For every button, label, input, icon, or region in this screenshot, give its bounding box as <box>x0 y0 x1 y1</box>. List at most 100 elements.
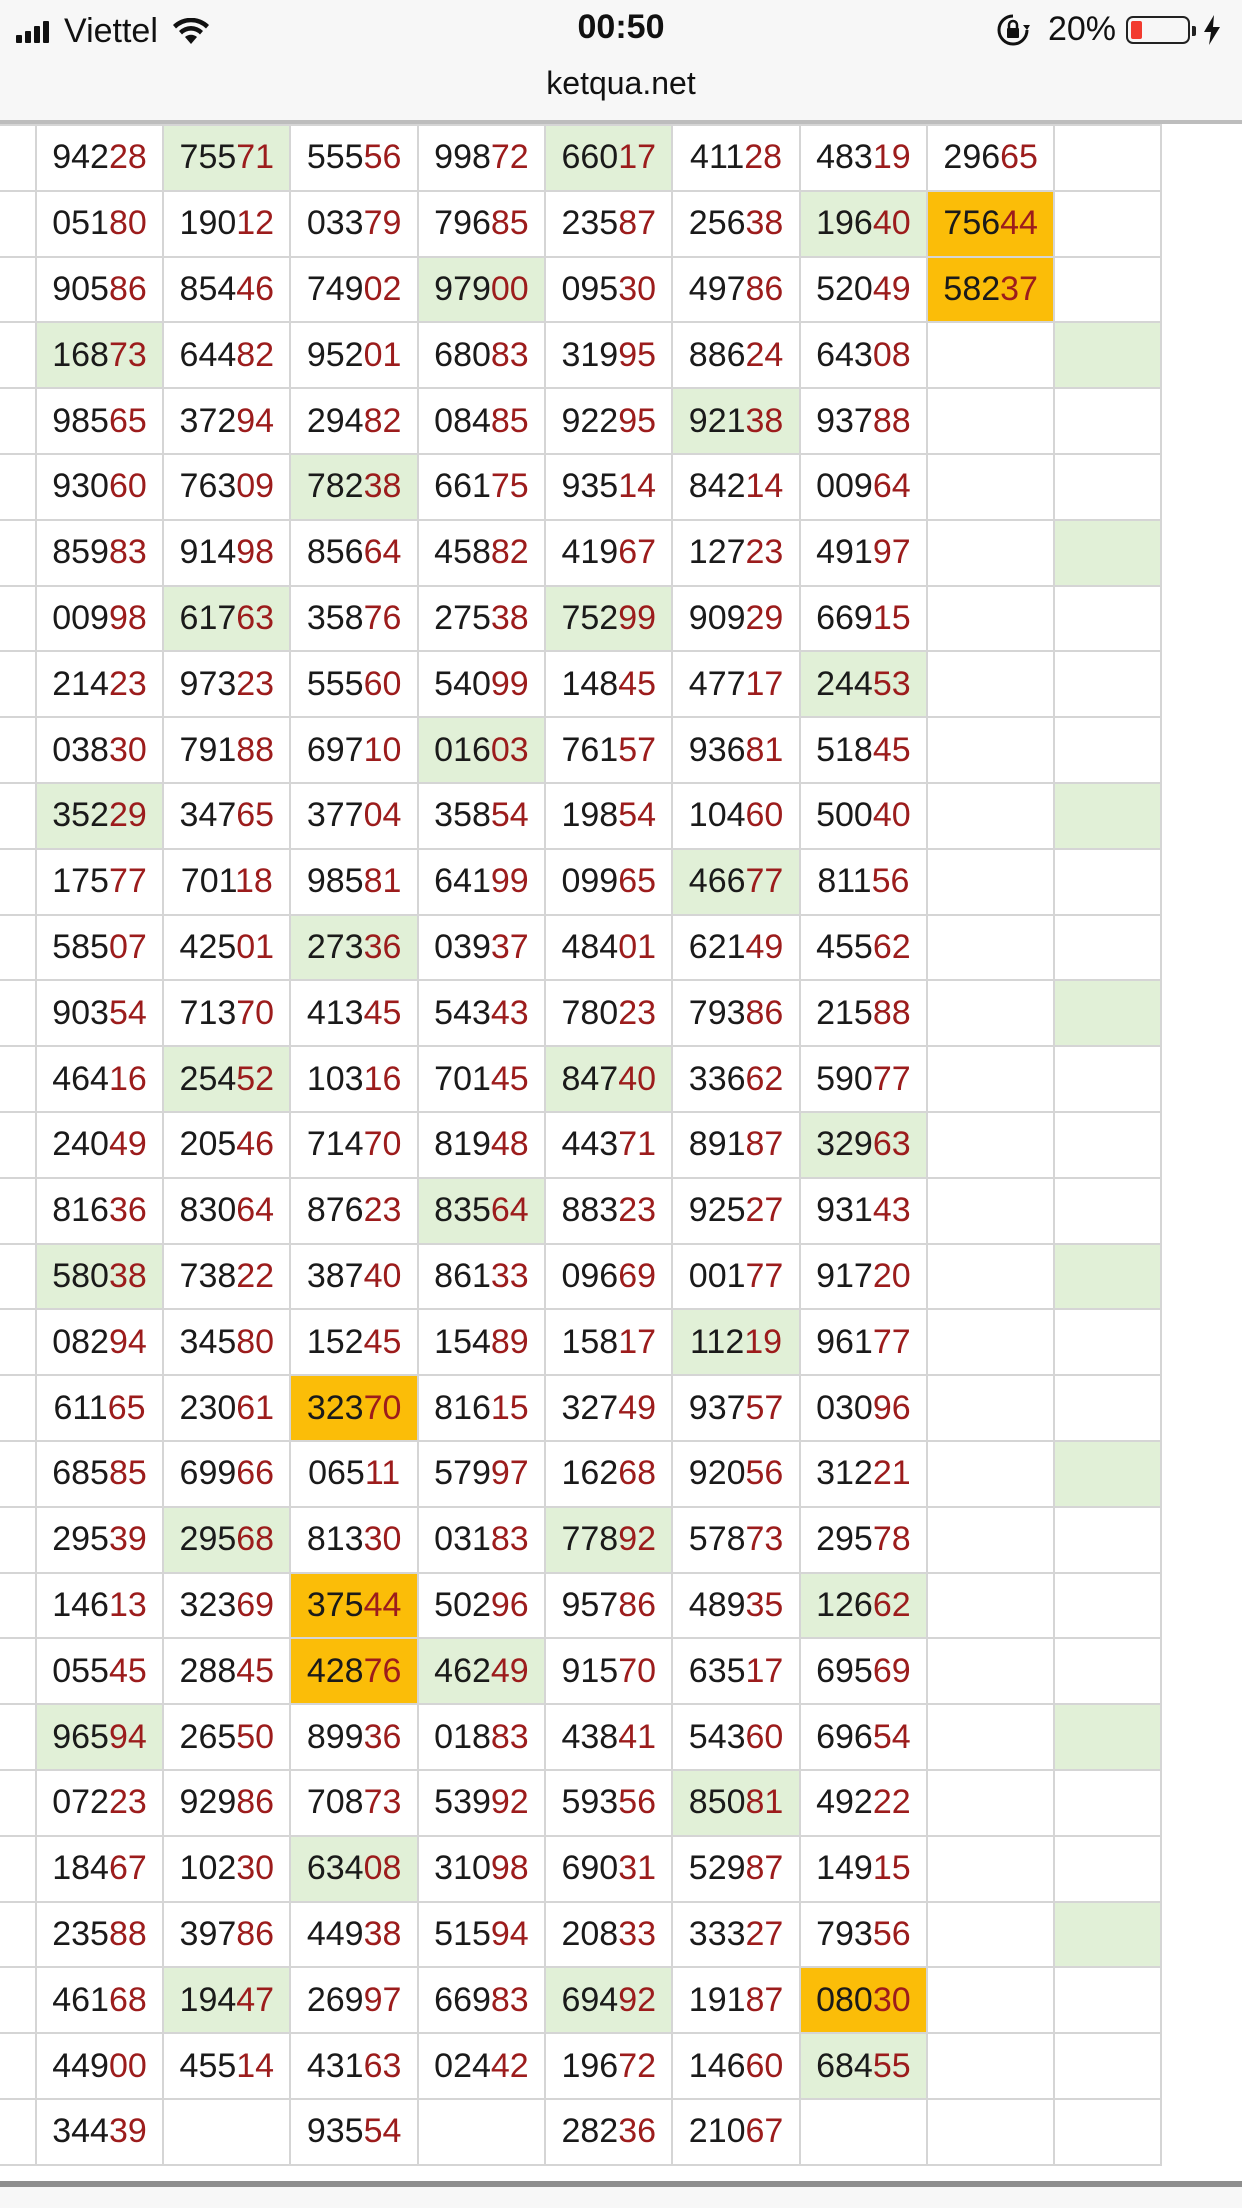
table-row: 2521423973235556054099148454771724453 <box>0 650 1162 719</box>
result-cell <box>926 650 1056 719</box>
result-cell: 10460 <box>671 781 801 850</box>
result-cell: 00177 <box>671 1242 801 1311</box>
result-cell: 19447 <box>162 1966 292 2035</box>
result-cell: 51594 <box>416 1900 547 1969</box>
result-cell <box>1053 1308 1162 1377</box>
result-cell: 19640 <box>798 189 929 258</box>
result-cell: 43 <box>0 321 37 390</box>
result-cell <box>1053 124 1162 192</box>
result-cell: 39 <box>0 1768 37 1837</box>
tail-digits: 73 <box>108 335 147 374</box>
result-cell: 58507 <box>34 913 165 982</box>
result-cell: 93143 <box>798 1176 929 1245</box>
result-cell <box>926 1768 1056 1837</box>
result-cell: 43163 <box>289 2032 419 2100</box>
tail-digits: 62 <box>872 927 911 966</box>
page-url[interactable]: ketqua.net <box>546 65 695 101</box>
result-cell <box>926 1176 1056 1245</box>
result-cell: 93681 <box>671 716 801 784</box>
result-cell: 31995 <box>544 321 674 390</box>
tail-digits: 53 <box>872 664 911 703</box>
result-cell: 37544 <box>289 1571 419 1640</box>
tail-digits: 65 <box>236 796 275 835</box>
result-cell: 28236 <box>544 2097 674 2166</box>
result-cell <box>1053 1505 1162 1574</box>
result-cell: 89936 <box>289 1703 419 1771</box>
result-cell: 28845 <box>162 1637 292 1706</box>
result-cell: 75299 <box>544 584 674 653</box>
result-cell: 62149 <box>671 913 801 982</box>
tail-digits: 23 <box>108 1783 147 1822</box>
table-row: 46168 19447 26997 66983 69492 19187 08030 <box>0 1966 1162 2035</box>
result-cell: 89187 <box>671 1110 801 1179</box>
result-cell: 51 <box>0 124 37 192</box>
result-cell <box>1053 1571 1162 1640</box>
result-cell: 06511 <box>289 1439 419 1508</box>
result-cell: 57 <box>0 1900 37 1969</box>
result-cell: 49222 <box>798 1768 929 1837</box>
tail-digits: 56 <box>618 1783 657 1822</box>
table-row: 7190354713704134554343780237938621588 <box>0 979 1162 1048</box>
result-cell: 17577 <box>34 847 165 916</box>
result-cell: 85081 <box>671 1768 801 1837</box>
result-cell <box>926 1505 1056 1574</box>
tail-digits: 56 <box>363 138 402 177</box>
result-cell: 81948 <box>416 1110 547 1179</box>
result-cell: 32369 <box>162 1571 292 1640</box>
tail-digits: 79 <box>363 204 402 243</box>
result-cell <box>1053 1110 1162 1179</box>
tail-digits: 65 <box>1000 138 1038 177</box>
tail-digits: 15 <box>490 1388 529 1427</box>
tail-digits: 00 <box>108 2046 147 2085</box>
tail-digits: 18 <box>235 862 273 901</box>
result-cell: 92138 <box>671 387 801 455</box>
result-cell: 92056 <box>671 1439 801 1508</box>
tail-digits: 62 <box>745 1059 784 1098</box>
tail-digits: 29 <box>108 796 147 835</box>
result-cell: 29 <box>0 387 37 455</box>
result-cell <box>1053 255 1162 324</box>
tail-digits: 30 <box>236 1849 275 1888</box>
result-cell <box>0 1176 37 1245</box>
tail-digits: 22 <box>872 1783 911 1822</box>
tail-digits: 72 <box>618 2046 657 2085</box>
result-cell: 31221 <box>798 1439 929 1508</box>
tail-digits: 23 <box>236 664 275 703</box>
result-cell: 52987 <box>671 1834 801 1903</box>
tail-digits: 87 <box>618 204 657 243</box>
result-cell <box>926 1900 1056 1969</box>
result-cell <box>926 781 1056 850</box>
result-cell: 73822 <box>162 1242 292 1311</box>
result-cell: 70145 <box>416 1045 547 1113</box>
tail-digits: 92 <box>618 1520 657 1559</box>
result-cell: 29482 <box>289 387 419 455</box>
tail-digits: 33 <box>618 1914 657 1953</box>
tail-digits: 16 <box>363 1059 402 1098</box>
tail-digits: 15 <box>872 598 911 637</box>
tail-digits: 99 <box>618 598 657 637</box>
table-row: 2998565372942948208485922959213893788 <box>0 387 1162 455</box>
tail-digits: 38 <box>363 467 402 506</box>
result-cell: 92986 <box>162 1768 292 1837</box>
result-cell <box>926 847 1056 916</box>
result-cell: 57997 <box>416 1439 547 1508</box>
result-cell: 66983 <box>416 1966 547 2035</box>
tail-digits: 71 <box>236 138 275 177</box>
tail-digits: 17 <box>745 1651 784 1690</box>
result-cell: 66175 <box>416 452 547 521</box>
tail-digits: 88 <box>872 993 911 1032</box>
tail-digits: 02 <box>363 269 402 308</box>
tail-digits: 65 <box>618 862 657 901</box>
tail-digits: 64 <box>236 1191 275 1230</box>
tail-digits: 86 <box>745 993 784 1032</box>
result-cell: 71470 <box>289 1110 419 1179</box>
status-right: 20% <box>996 10 1222 49</box>
tail-digits: 46 <box>236 1125 275 1164</box>
tail-digits: 76 <box>363 598 402 637</box>
result-cell <box>926 2032 1056 2100</box>
tail-digits: 09 <box>236 467 275 506</box>
result-cell <box>926 387 1056 455</box>
address-bar[interactable]: ketqua.net <box>0 58 1242 120</box>
result-cell: 23061 <box>162 1374 292 1442</box>
result-cell: 89 <box>0 913 37 982</box>
